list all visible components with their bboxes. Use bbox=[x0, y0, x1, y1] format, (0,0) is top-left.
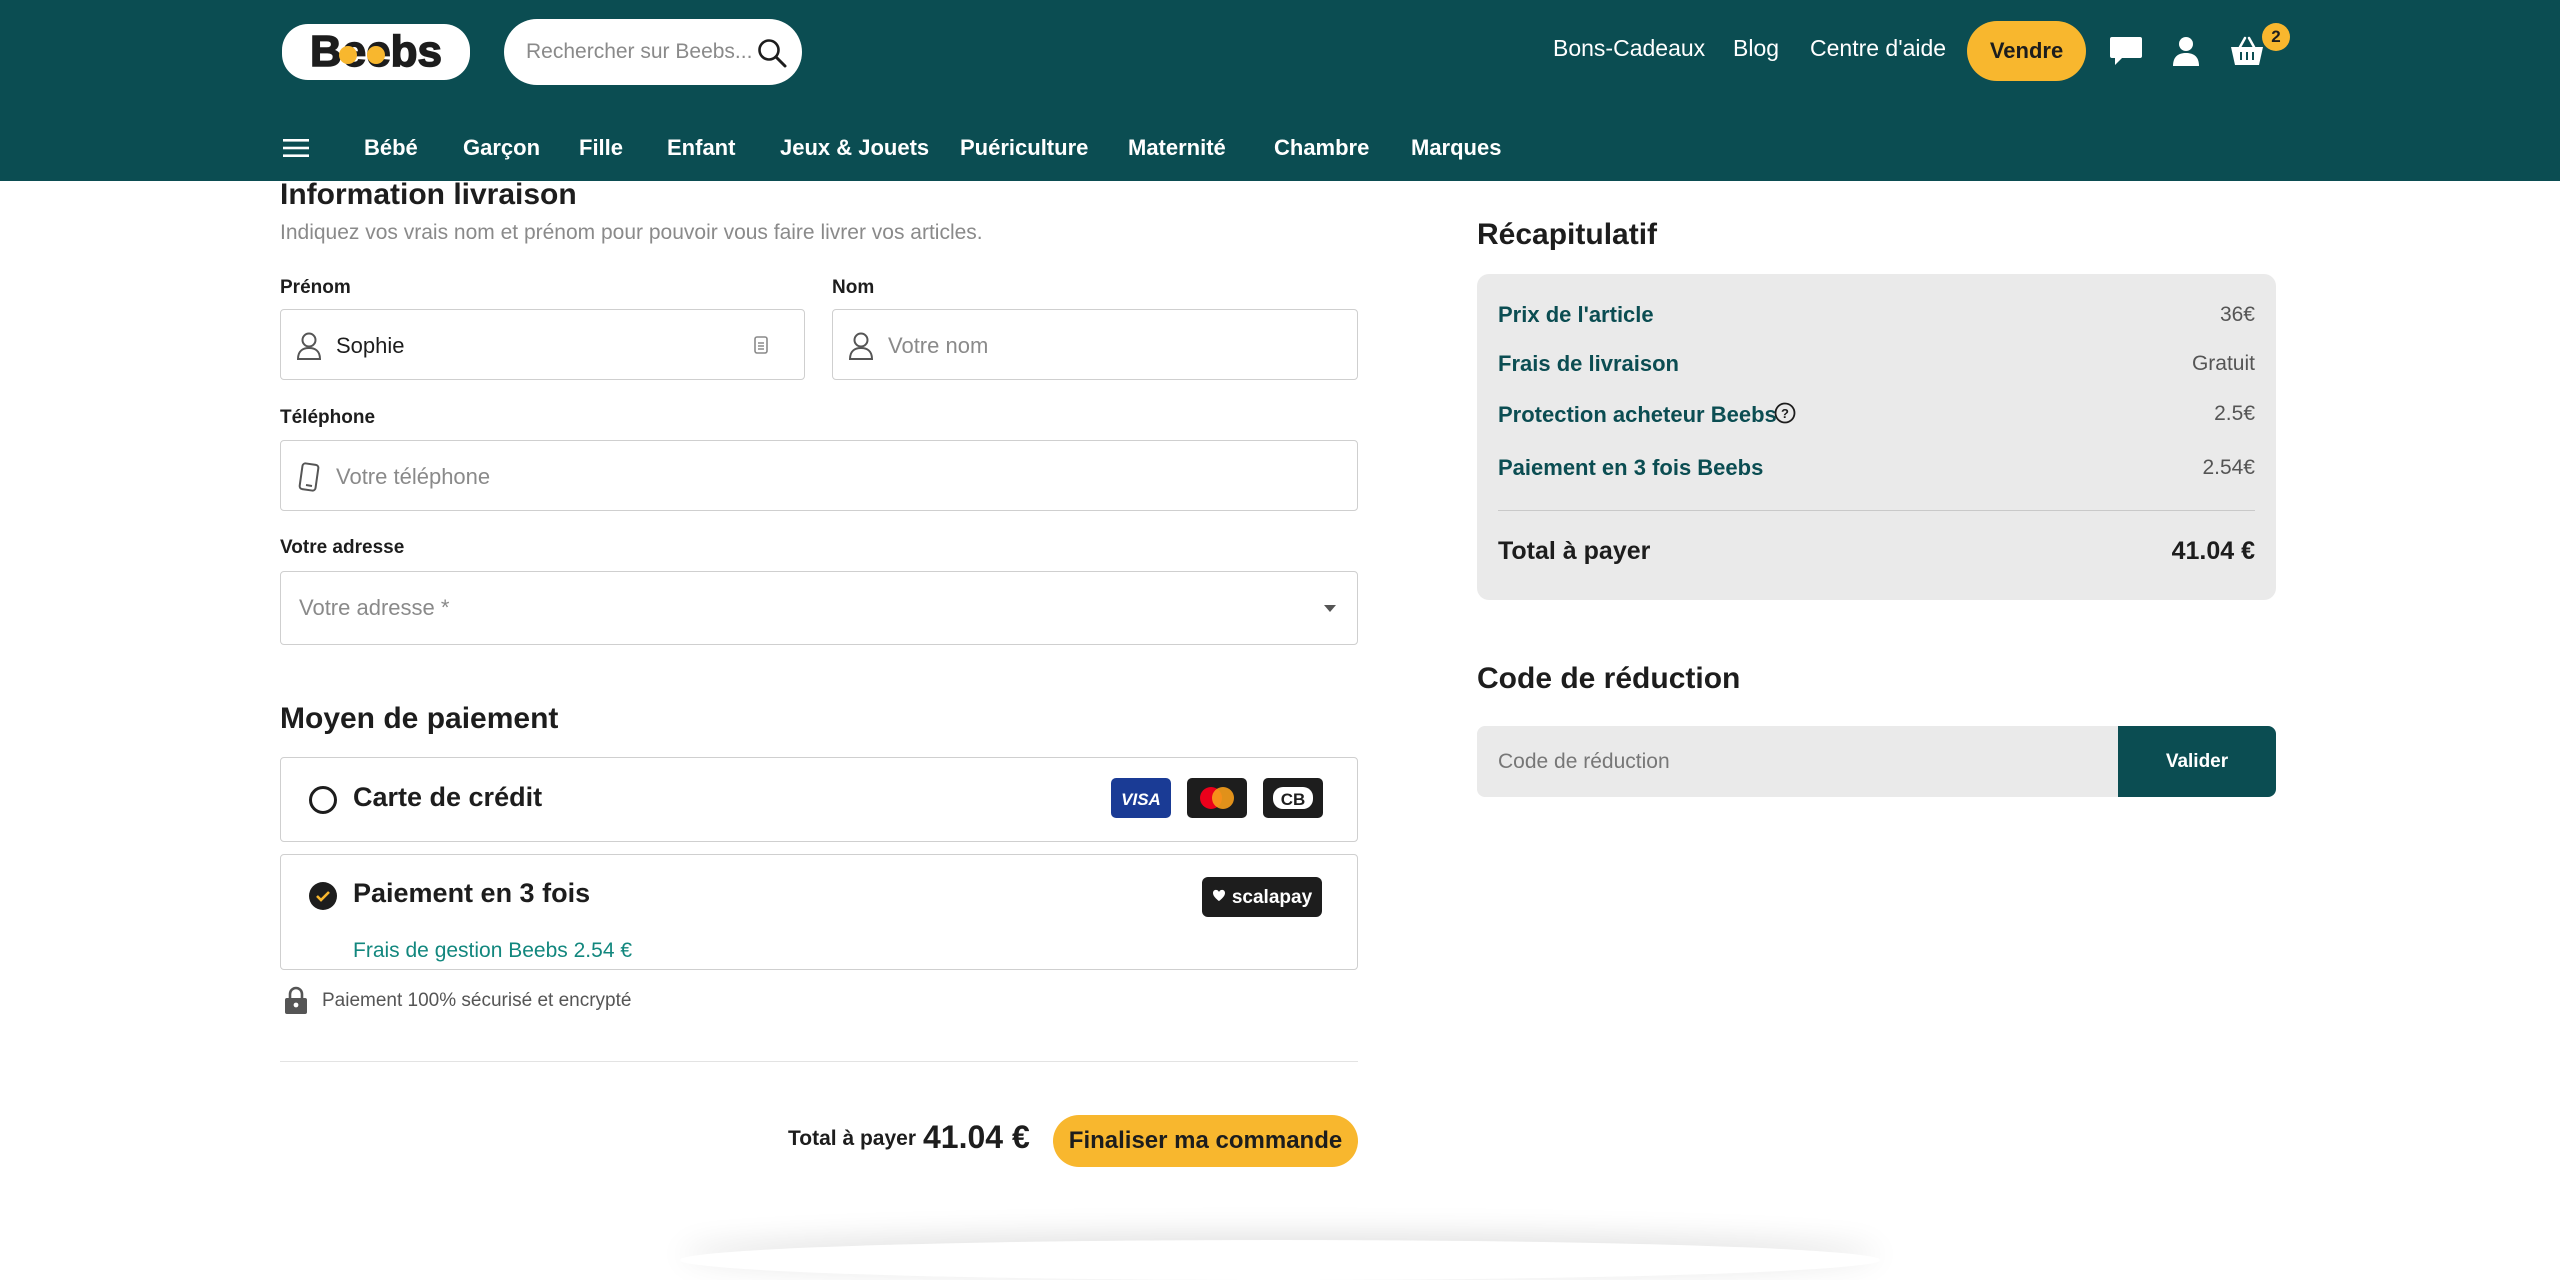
hamburger-menu-icon[interactable] bbox=[283, 138, 309, 158]
last-name-label: Nom bbox=[832, 277, 875, 298]
validate-discount-button[interactable]: Valider bbox=[2118, 726, 2276, 797]
shipping-subtitle: Indiquez vos vrais nom et prénom pour po… bbox=[280, 221, 983, 244]
search-icon[interactable] bbox=[756, 37, 788, 69]
person-icon bbox=[848, 332, 874, 360]
phone-field[interactable]: Votre téléphone bbox=[280, 440, 1358, 511]
summary-row-label: Prix de l'article bbox=[1498, 302, 1654, 327]
caret-down-icon bbox=[1324, 605, 1336, 612]
payment-title: Moyen de paiement bbox=[280, 702, 559, 735]
pay-3x-label: Paiement en 3 fois bbox=[353, 878, 591, 908]
payment-option-3x[interactable]: Paiement en 3 fois Frais de gestion Beeb… bbox=[280, 854, 1358, 970]
svg-text:VISA: VISA bbox=[1121, 790, 1161, 809]
link-help-center[interactable]: Centre d'aide bbox=[1810, 35, 1946, 62]
user-icon[interactable] bbox=[2171, 35, 2201, 67]
summary-row-label: Protection acheteur Beebs bbox=[1498, 402, 1777, 427]
category-puericulture[interactable]: Puériculture bbox=[960, 135, 1088, 161]
radio-unselected[interactable] bbox=[309, 786, 337, 814]
check-icon bbox=[316, 891, 330, 902]
category-marques[interactable]: Marques bbox=[1411, 135, 1501, 161]
checkout-total-value: 41.04 € bbox=[923, 1119, 1030, 1155]
footer-shadow bbox=[680, 1240, 1880, 1280]
category-garcon[interactable]: Garçon bbox=[463, 135, 540, 161]
summary-row-value: 2.5€ bbox=[2214, 402, 2255, 425]
scalapay-logo: scalapay bbox=[1202, 877, 1322, 917]
phone-icon bbox=[298, 462, 320, 492]
last-name-field[interactable]: Votre nom bbox=[832, 309, 1358, 380]
svg-text:?: ? bbox=[1781, 406, 1789, 421]
search-placeholder: Rechercher sur Beebs... bbox=[526, 40, 753, 63]
last-name-placeholder: Votre nom bbox=[888, 333, 989, 358]
link-blog[interactable]: Blog bbox=[1733, 35, 1779, 62]
summary-title: Récapitulatif bbox=[1477, 218, 1658, 251]
summary-box: Prix de l'article 36€ Frais de livraison… bbox=[1477, 274, 2276, 600]
summary-row-value: 2.54€ bbox=[2202, 456, 2255, 479]
address-select[interactable]: Votre adresse * bbox=[280, 571, 1358, 645]
secure-payment-text: Paiement 100% sécurisé et encrypté bbox=[322, 990, 632, 1011]
first-name-field[interactable]: Sophie bbox=[280, 309, 805, 380]
person-icon bbox=[296, 332, 322, 360]
lock-icon bbox=[285, 986, 307, 1014]
link-gift-cards[interactable]: Bons-Cadeaux bbox=[1553, 35, 1705, 62]
shipping-title: Information livraison bbox=[280, 178, 577, 211]
address-label: Votre adresse bbox=[280, 537, 405, 558]
mastercard-logo bbox=[1187, 778, 1247, 818]
search-input[interactable]: Rechercher sur Beebs... bbox=[504, 19, 802, 85]
cb-card-logo: CB bbox=[1263, 778, 1323, 818]
category-enfant[interactable]: Enfant bbox=[667, 135, 735, 161]
summary-row-label: Frais de livraison bbox=[1498, 351, 1679, 376]
discount-code-placeholder: Code de réduction bbox=[1498, 750, 1670, 773]
visa-logo: VISA bbox=[1111, 778, 1171, 818]
divider bbox=[280, 1061, 1358, 1062]
sell-button[interactable]: Vendre bbox=[1967, 21, 2086, 81]
radio-selected[interactable] bbox=[309, 882, 337, 910]
category-fille[interactable]: Fille bbox=[579, 135, 623, 161]
category-jeux-jouets[interactable]: Jeux & Jouets bbox=[780, 135, 929, 161]
chat-icon[interactable] bbox=[2108, 34, 2144, 68]
payment-option-credit-card[interactable]: Carte de crédit VISA CB bbox=[280, 757, 1358, 842]
svg-text:CB: CB bbox=[1281, 790, 1306, 809]
phone-placeholder: Votre téléphone bbox=[336, 464, 491, 489]
pay-3x-fee: Frais de gestion Beebs 2.54 € bbox=[353, 939, 633, 962]
discount-title: Code de réduction bbox=[1477, 662, 1741, 695]
summary-row-value: 36€ bbox=[2219, 303, 2255, 326]
summary-total-value: 41.04 € bbox=[2171, 537, 2255, 565]
checkout-total-label: Total à payer bbox=[788, 1127, 916, 1150]
svg-text:scalapay: scalapay bbox=[1232, 887, 1313, 908]
category-chambre[interactable]: Chambre bbox=[1274, 135, 1369, 161]
summary-row-value: Gratuit bbox=[2191, 352, 2255, 375]
summary-divider bbox=[1498, 510, 2255, 511]
category-bebe[interactable]: Bébé bbox=[364, 135, 418, 161]
address-placeholder: Votre adresse * bbox=[299, 595, 450, 620]
category-maternite[interactable]: Maternité bbox=[1128, 135, 1226, 161]
top-header: Beebs Rechercher sur Beebs... Bons-Cadea… bbox=[0, 0, 2560, 181]
first-name-value: Sophie bbox=[336, 333, 405, 358]
basket-icon[interactable] bbox=[2229, 35, 2265, 67]
summary-total-label: Total à payer bbox=[1498, 537, 1651, 565]
summary-row-label: Paiement en 3 fois Beebs bbox=[1498, 455, 1764, 480]
discount-code-input[interactable]: Code de réduction bbox=[1477, 726, 2118, 797]
cart-count-badge: 2 bbox=[2262, 23, 2290, 51]
autofill-contact-icon[interactable] bbox=[754, 336, 768, 354]
help-icon[interactable]: ? bbox=[1774, 402, 1796, 424]
phone-label: Téléphone bbox=[280, 407, 376, 428]
finalize-order-button[interactable]: Finaliser ma commande bbox=[1053, 1115, 1358, 1167]
first-name-label: Prénom bbox=[280, 277, 351, 298]
beebs-logo[interactable]: Beebs bbox=[280, 18, 472, 84]
credit-card-label: Carte de crédit bbox=[353, 782, 543, 812]
